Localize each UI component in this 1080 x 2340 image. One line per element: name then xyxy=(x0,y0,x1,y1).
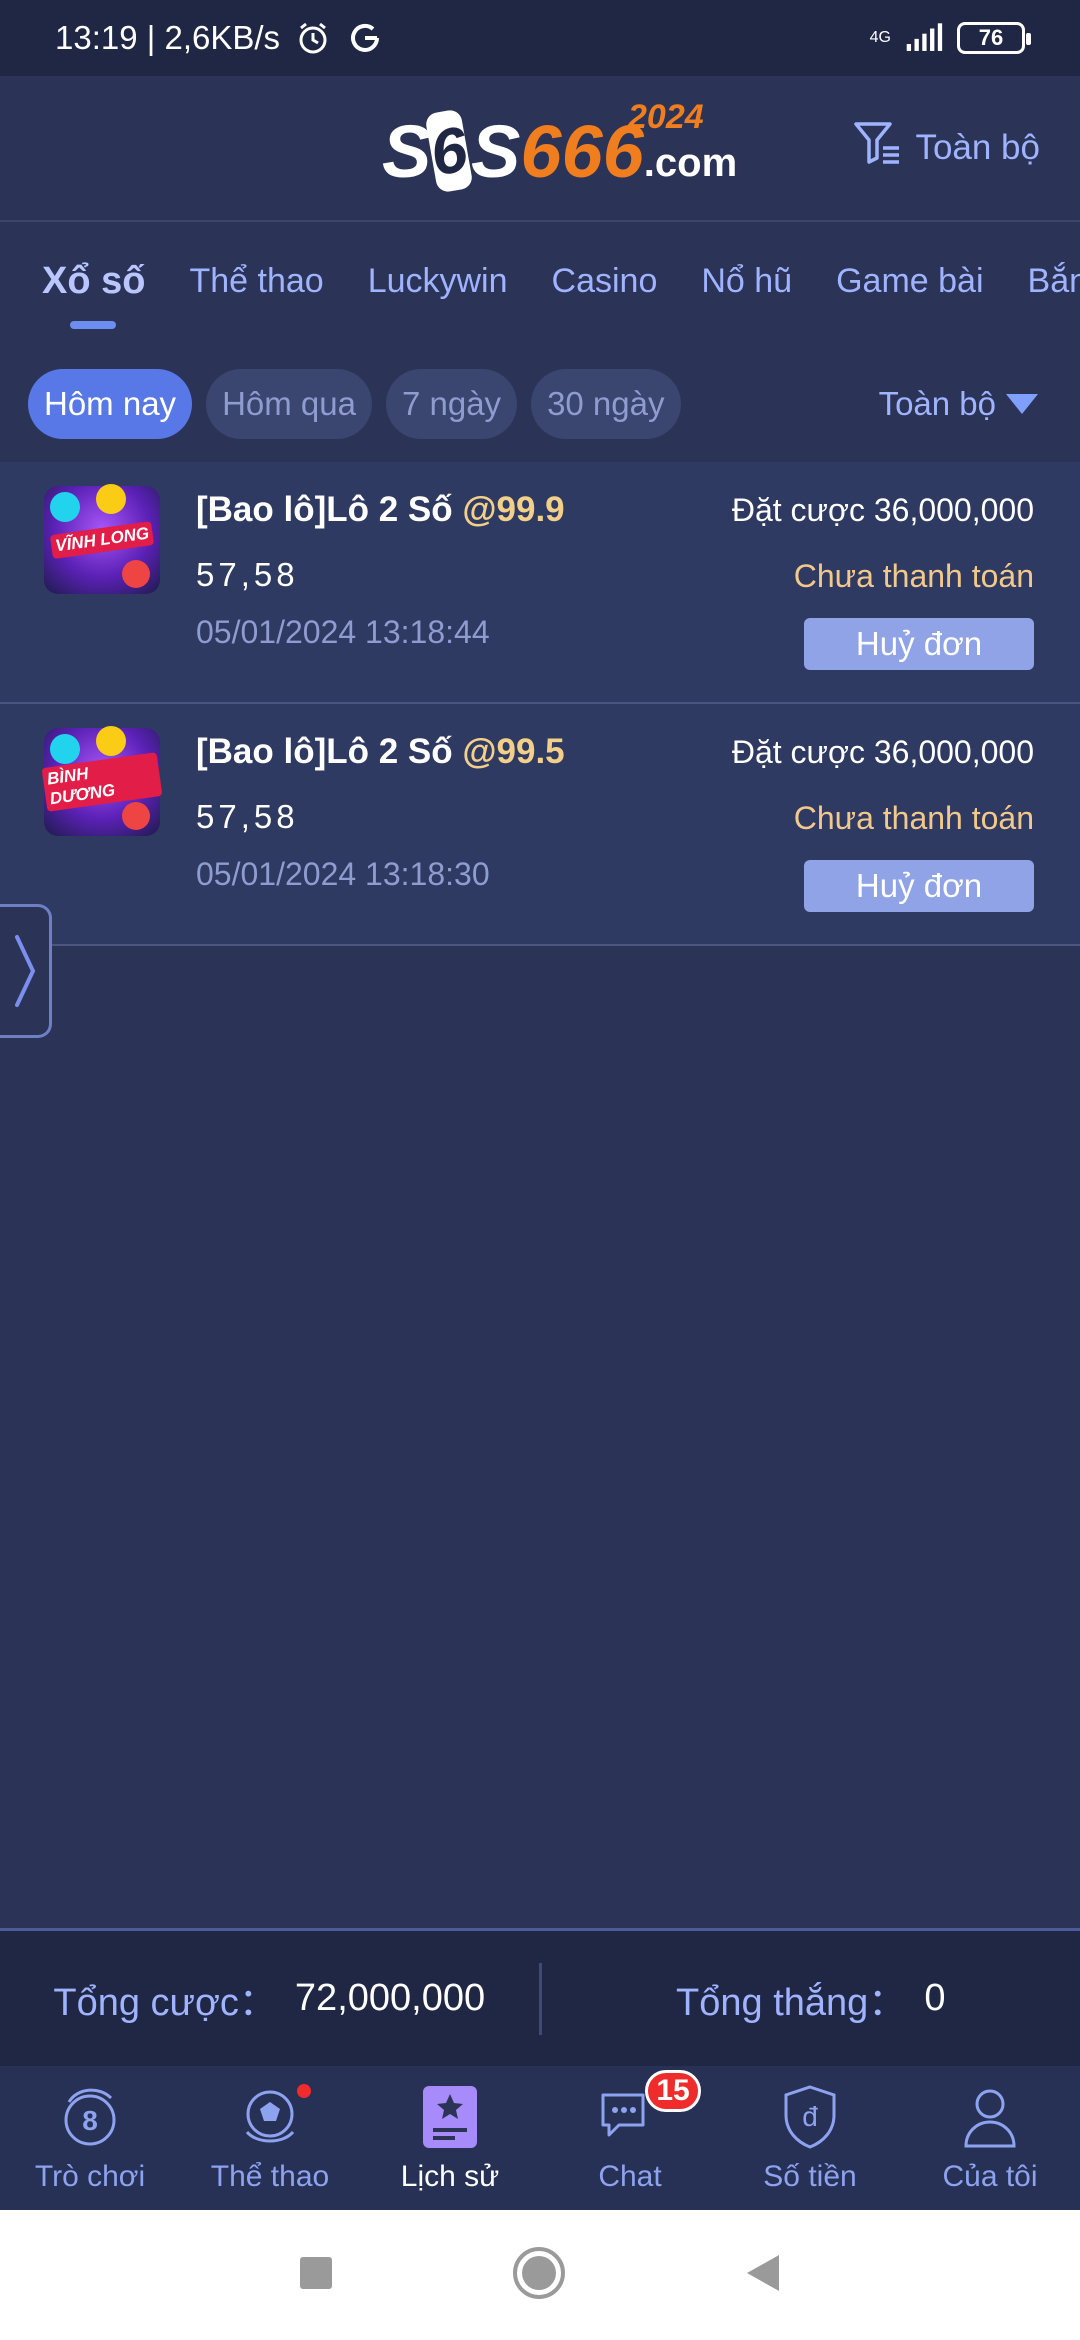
history-icon xyxy=(415,2082,485,2152)
nav-tro-choi[interactable]: 8 Trò chơi xyxy=(0,2066,180,2210)
alarm-icon xyxy=(294,19,332,57)
bet-row[interactable]: BÌNH DƯƠNG [Bao lô]Lô 2 Số @99.5 57,58 0… xyxy=(0,704,1080,946)
nav-label: Lịch sử xyxy=(400,2160,500,2193)
ball-decoration xyxy=(96,484,126,514)
bet-numbers: 57,58 xyxy=(196,556,299,593)
battery-level: 76 xyxy=(978,25,1004,50)
bet-amount: Đặt cược 36,000,000 xyxy=(731,734,1034,770)
system-nav-bar xyxy=(0,2210,1080,2340)
totals-bar: Tổng cược： 72,000,000 Tổng thắng： 0 xyxy=(0,1928,1080,2066)
tab-xo-so[interactable]: Xổ số xyxy=(42,260,145,329)
tab-the-thao[interactable]: Thể thao xyxy=(189,262,323,301)
signal-icon xyxy=(905,19,943,57)
ball-decoration xyxy=(50,734,80,764)
nav-label: Thể thao xyxy=(210,2160,330,2193)
home-icon[interactable] xyxy=(512,2246,566,2305)
category-tabs: Xổ số Thể thao Luckywin Casino Nổ hũ Gam… xyxy=(0,222,1080,340)
nav-label: Số tiền xyxy=(763,2160,857,2193)
logo-year: 2024 xyxy=(628,98,704,136)
chevron-right-icon xyxy=(14,935,35,1007)
total-bet: Tổng cược： 72,000,000 xyxy=(0,1971,539,2026)
total-win-value: 0 xyxy=(924,1977,946,2019)
bet-time: 05/01/2024 13:18:30 xyxy=(196,856,490,892)
bet-status: Chưa thanh toán xyxy=(793,558,1034,594)
bet-row[interactable]: VĨNH LONG [Bao lô]Lô 2 Số @99.9 57,58 05… xyxy=(0,462,1080,704)
bottom-nav: 8 Trò chơi Thể thao Lịch sử 15 Chat đ Số… xyxy=(0,2066,1080,2210)
soccer-ball-icon xyxy=(235,2082,311,2152)
bet-numbers: 57,58 xyxy=(196,798,299,835)
nav-so-tien[interactable]: đ Số tiền xyxy=(720,2066,900,2210)
total-win: Tổng thắng： 0 xyxy=(542,1971,1080,2026)
tab-no-hu[interactable]: Nổ hũ xyxy=(701,262,792,301)
side-drawer-handle[interactable] xyxy=(0,904,52,1038)
nav-lich-su[interactable]: Lịch sử xyxy=(360,2066,540,2210)
site-logo[interactable]: S 6 S 666 .com 2024 xyxy=(378,98,737,196)
logo-domain: .com xyxy=(643,140,738,185)
date-filter-today[interactable]: Hôm nay xyxy=(28,369,193,439)
total-bet-value: 72,000,000 xyxy=(294,1977,486,2019)
bet-type: [Bao lô]Lô 2 Số xyxy=(196,732,463,771)
network-label: 4G xyxy=(869,29,891,46)
notification-dot xyxy=(297,2084,311,2098)
tab-casino[interactable]: Casino xyxy=(552,262,658,301)
nav-the-thao[interactable]: Thể thao xyxy=(180,2066,360,2210)
status-time: 13:19 | 2,6KB/s xyxy=(55,19,281,56)
wallet-shield-icon: đ xyxy=(775,2082,845,2152)
dropdown-triangle-icon xyxy=(1006,394,1038,414)
bet-status: Chưa thanh toán xyxy=(793,800,1034,836)
chat-badge: 15 xyxy=(645,2070,701,2112)
total-bet-label: Tổng cược： xyxy=(53,1982,277,2024)
range-dropdown[interactable]: Toàn bộ xyxy=(879,385,1038,423)
bet-title: [Bao lô]Lô 2 Số @99.5 xyxy=(196,732,565,772)
nav-chat[interactable]: 15 Chat xyxy=(540,2066,720,2210)
user-icon xyxy=(955,2082,1025,2152)
nav-label: Của tôi xyxy=(942,2160,1038,2193)
ball-decoration xyxy=(50,492,80,522)
bet-odds: @99.5 xyxy=(462,732,565,771)
recent-apps-icon[interactable] xyxy=(299,2256,333,2295)
filter-button[interactable]: Toàn bộ xyxy=(853,120,1040,175)
tab-luckywin[interactable]: Luckywin xyxy=(368,262,508,301)
bet-type: [Bao lô]Lô 2 Số xyxy=(196,490,463,529)
date-filter-yesterday[interactable]: Hôm qua xyxy=(206,369,372,439)
nav-cua-toi[interactable]: Của tôi xyxy=(900,2066,1080,2210)
range-dropdown-label: Toàn bộ xyxy=(878,385,996,422)
lottery-badge: VĨNH LONG xyxy=(49,520,155,560)
bet-time: 05/01/2024 13:18:44 xyxy=(196,614,490,650)
bet-odds: @99.9 xyxy=(462,490,565,529)
date-filter-bar: Hôm nay Hôm qua 7 ngày 30 ngày Toàn bộ xyxy=(0,368,1080,440)
bet-title: [Bao lô]Lô 2 Số @99.9 xyxy=(196,490,565,530)
cancel-bet-button[interactable]: Huỷ đơn xyxy=(804,860,1034,912)
ball-decoration xyxy=(96,726,126,756)
bet-list: VĨNH LONG [Bao lô]Lô 2 Số @99.9 57,58 05… xyxy=(0,462,1080,946)
logo-s: S xyxy=(382,109,432,193)
svg-text:8: 8 xyxy=(82,2105,98,2136)
tab-ban-ca[interactable]: Bắn xyxy=(1028,262,1080,301)
logo-s2: S xyxy=(470,109,521,193)
app-header: S 6 S 666 .com 2024 Toàn bộ xyxy=(0,76,1080,222)
cancel-bet-button[interactable]: Huỷ đơn xyxy=(804,618,1034,670)
date-filter-30-days[interactable]: 30 ngày xyxy=(531,369,681,439)
chat-icon: 15 xyxy=(595,2070,701,2152)
battery-icon: 76 xyxy=(957,22,1031,54)
google-icon xyxy=(346,19,384,57)
filter-icon xyxy=(853,120,903,175)
logo-dice: 6 xyxy=(424,108,474,194)
logo-number: 666 xyxy=(520,109,644,193)
nav-label: Trò chơi xyxy=(34,2160,146,2193)
status-bar: 13:19 | 2,6KB/s 4G 76 xyxy=(0,0,1080,76)
tab-game-bai[interactable]: Game bài xyxy=(836,262,983,301)
back-icon[interactable] xyxy=(745,2253,781,2298)
nav-label: Chat xyxy=(598,2160,662,2193)
filter-label: Toàn bộ xyxy=(915,127,1040,167)
total-win-label: Tổng thắng： xyxy=(676,1982,907,2024)
ball-decoration xyxy=(122,560,150,588)
dragon-icon: 8 xyxy=(55,2082,125,2152)
ball-decoration xyxy=(122,802,150,830)
date-filter-7-days[interactable]: 7 ngày xyxy=(385,369,518,439)
svg-text:đ: đ xyxy=(802,2101,818,2132)
bet-amount: Đặt cược 36,000,000 xyxy=(731,492,1034,528)
